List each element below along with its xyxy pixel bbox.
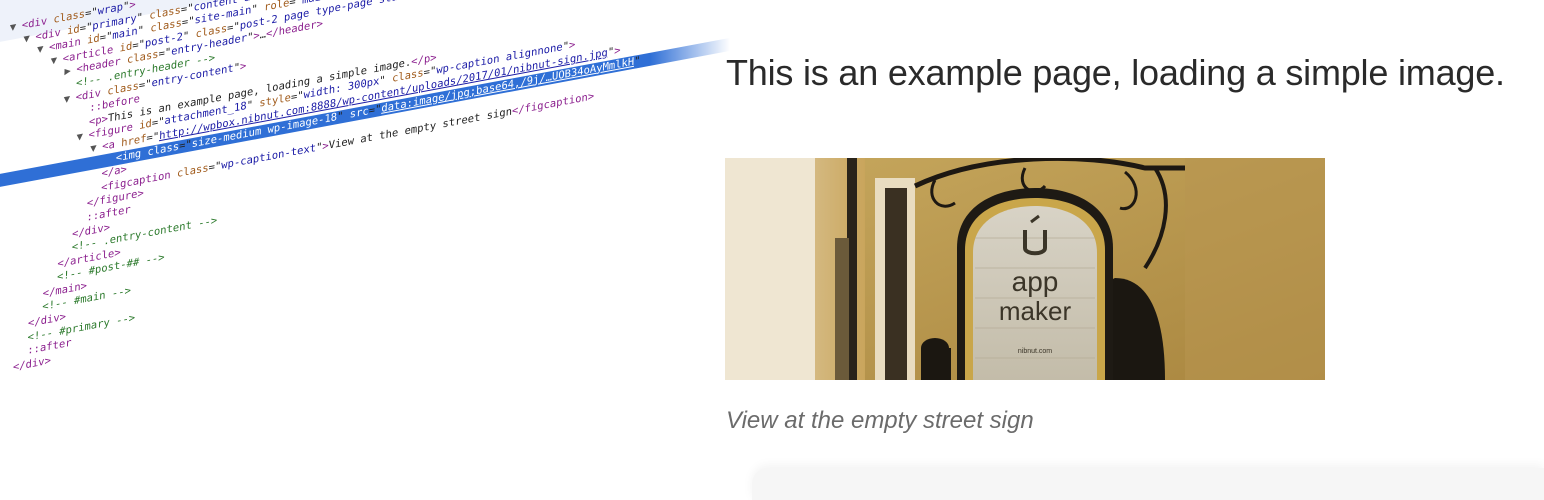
code-token: =" bbox=[79, 20, 93, 35]
code-token: > bbox=[239, 59, 247, 73]
code-token: " bbox=[251, 1, 265, 17]
code-token: > bbox=[129, 0, 136, 12]
code-token: " bbox=[182, 28, 196, 43]
code-token: id bbox=[139, 117, 152, 133]
code-token: =" bbox=[138, 77, 152, 92]
fade-overlay-right bbox=[650, 0, 730, 490]
code-token: =" bbox=[181, 14, 195, 30]
sign-small-text: nibnut.com bbox=[1018, 348, 1052, 355]
elements-tree: ▼ <div class="wrap"> ▼ <div id="primary" cl… bbox=[0, 0, 730, 445]
code-token: " bbox=[137, 23, 151, 38]
code-token: =" bbox=[208, 159, 222, 174]
code-token: id bbox=[119, 39, 133, 55]
page-title: This is an example page, loading a simpl… bbox=[726, 52, 1505, 93]
code-token: " bbox=[633, 54, 641, 68]
code-token: =" bbox=[178, 137, 192, 153]
code-token: =" bbox=[132, 37, 146, 53]
elements-tree-lines: ▼ <div class="wrap"> ▼ <div id="primary" cl… bbox=[0, 0, 730, 377]
fade-overlay-bottom bbox=[0, 450, 730, 490]
code-token: " bbox=[336, 108, 350, 123]
code-token: > bbox=[614, 44, 621, 58]
code-token: =" bbox=[423, 64, 437, 80]
code-token: id bbox=[66, 22, 80, 37]
code-token: =" bbox=[146, 130, 160, 145]
street-sign-image: app maker nibnut.com bbox=[725, 158, 1325, 380]
code-token: =" bbox=[158, 46, 172, 61]
code-token: =" bbox=[151, 115, 165, 130]
code-token: > bbox=[568, 38, 576, 53]
code-token: " bbox=[246, 97, 260, 113]
code-token: =" bbox=[290, 89, 304, 105]
figure-caption: View at the empty street sign bbox=[726, 407, 1034, 434]
attachment-figure: app maker nibnut.com bbox=[725, 158, 1325, 380]
code-token: =" bbox=[99, 30, 113, 45]
devtools-snapshot: ▼ <div class="wrap"> ▼ <div id="primary" cl… bbox=[0, 0, 730, 490]
code-token: =" bbox=[226, 19, 240, 35]
sign-text-top: app bbox=[1012, 266, 1059, 297]
code-token: =" bbox=[180, 1, 194, 16]
code-token: =" bbox=[84, 5, 98, 21]
code-token: id bbox=[86, 32, 100, 47]
sign-text-bottom: maker bbox=[999, 296, 1072, 326]
code-token: " bbox=[136, 9, 150, 25]
code-token: =" bbox=[368, 102, 382, 117]
bottom-panel-edge bbox=[752, 468, 1544, 500]
image-link[interactable]: app maker nibnut.com bbox=[725, 158, 1325, 380]
code-token: " bbox=[379, 73, 393, 88]
